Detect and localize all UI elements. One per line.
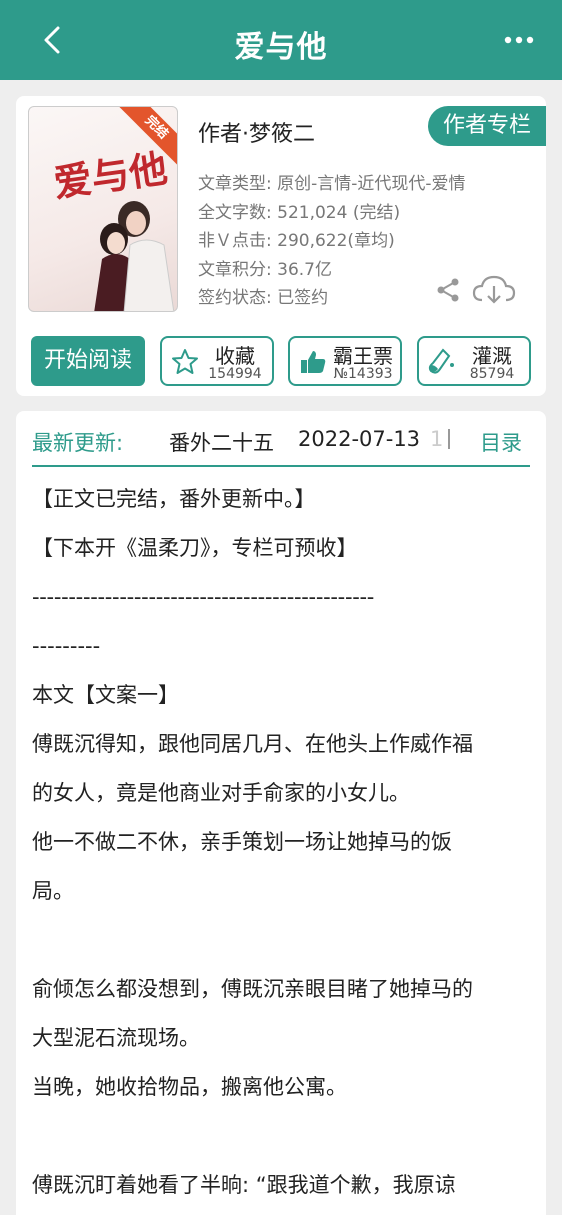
synopsis-line: 傅既沉得知，跟他同居几月、在他头上作威作福 bbox=[32, 732, 473, 756]
synopsis-text: 【正文已完结，番外更新中。】 【下本开《温柔刀》，专栏可预收】 --------… bbox=[32, 475, 536, 1210]
meta-score: 文章积分: 36.7亿 bbox=[198, 259, 332, 280]
meta-word-count: 全文字数: 521,024 (完结) bbox=[198, 202, 401, 223]
author-column-button[interactable]: 作者专栏 bbox=[428, 106, 546, 146]
latest-faded-text: 1 bbox=[430, 427, 444, 451]
water-button[interactable]: 灌溉 85794 bbox=[417, 336, 531, 386]
collect-button[interactable]: 收藏 154994 bbox=[160, 336, 274, 386]
meta-type: 文章类型: 原创-言情-近代现代-爱情 bbox=[198, 174, 466, 194]
top-bar: 爱与他 bbox=[0, 0, 562, 80]
page-title: 爱与他 bbox=[234, 30, 328, 65]
latest-date: 2022-07-13 bbox=[298, 427, 421, 451]
synopsis-line: 本文【文案一】 bbox=[32, 683, 179, 707]
synopsis-line: 大型泥石流现场。 bbox=[32, 1026, 200, 1050]
book-meta: 文章类型: 原创-言情-近代现代-爱情 全文字数: 521,024 (完结) 非… bbox=[198, 170, 466, 313]
cover-illustration bbox=[94, 201, 175, 311]
synopsis-line: 俞倾怎么都没想到，傅既沉亲眼目睹了她掉马的 bbox=[32, 977, 473, 1001]
synopsis-line: 【下本开《温柔刀》，专栏可预收】 bbox=[32, 536, 358, 560]
vote-label: 霸王票 bbox=[333, 344, 393, 368]
synopsis-line: 当晚，她收拾物品，搬离他公寓。 bbox=[32, 1075, 347, 1099]
synopsis-line: 傅既沉盯着她看了半晌: “跟我道个歉，我原谅 bbox=[32, 1173, 456, 1197]
meta-clicks: 非Ｖ点击: 290,622(章均) bbox=[198, 231, 395, 251]
latest-chapter[interactable]: 番外二十五 bbox=[169, 427, 274, 457]
divider bbox=[448, 429, 450, 449]
synopsis-line: 【正文已完结，番外更新中。】 bbox=[32, 487, 316, 511]
collect-count: 154994 bbox=[208, 366, 262, 382]
synopsis-card: 最新更新: 番外二十五 2022-07-13 1 目录 【正文已完结，番外更新中… bbox=[16, 411, 546, 1215]
synopsis-line: 的女人，竟是他商业对手俞家的小女儿。 bbox=[32, 781, 410, 805]
star-icon bbox=[172, 349, 198, 374]
author-name[interactable]: 作者·梦筱二 bbox=[198, 116, 315, 148]
synopsis-line: --------- bbox=[32, 634, 101, 658]
synopsis-blank-line bbox=[32, 1112, 536, 1161]
download-cloud-icon[interactable] bbox=[472, 274, 516, 306]
table-of-contents-link[interactable]: 目录 bbox=[480, 427, 522, 457]
vote-button[interactable]: 霸王票 №14393 bbox=[288, 336, 402, 386]
book-info-card: 完结 爱与他 作者·梦筱二 作者专栏 文章类型: 原创-言情-近代现代-爱情 全… bbox=[16, 96, 546, 396]
synopsis-line: ----------------------------------------… bbox=[32, 585, 375, 609]
meta-sign-status: 签约状态: 已签约 bbox=[198, 288, 329, 308]
synopsis-line: 他一不做二不休，亲手策划一场让她掉马的饭 bbox=[32, 830, 452, 854]
vote-count: №14393 bbox=[333, 366, 393, 382]
more-dots-icon[interactable] bbox=[504, 32, 534, 48]
flask-icon bbox=[428, 348, 454, 374]
start-reading-button[interactable]: 开始阅读 bbox=[31, 336, 145, 386]
share-icon[interactable] bbox=[434, 276, 462, 304]
synopsis-line: 局。 bbox=[32, 879, 74, 903]
synopsis-blank-line bbox=[32, 916, 536, 965]
latest-update-label: 最新更新: bbox=[32, 431, 124, 455]
book-cover[interactable]: 完结 爱与他 bbox=[28, 106, 178, 312]
collect-label: 收藏 bbox=[215, 344, 255, 368]
thumbs-up-icon bbox=[301, 351, 326, 373]
water-count: 85794 bbox=[469, 366, 515, 382]
water-label: 灌溉 bbox=[472, 344, 512, 368]
latest-update-row[interactable]: 最新更新: 番外二十五 2022-07-13 1 目录 bbox=[32, 425, 530, 467]
